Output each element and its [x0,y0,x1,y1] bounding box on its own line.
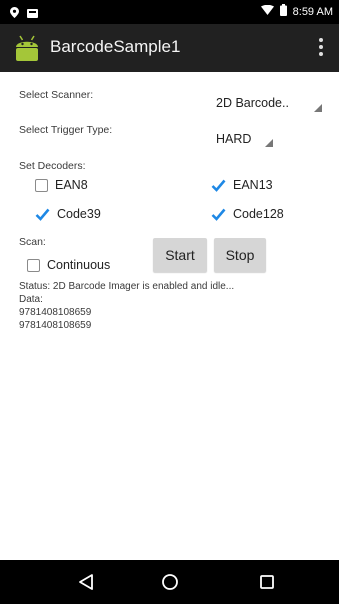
scanner-spinner-value: 2D Barcode.. [216,96,289,110]
notification-icon [27,5,38,23]
data-line: 9781408108659 [19,307,92,318]
back-icon[interactable] [77,572,97,592]
checkmark-icon[interactable] [211,179,226,192]
scan-label: Scan: [19,236,46,248]
decoder-checkbox-ean13[interactable]: EAN13 [211,178,273,192]
decoder-label: EAN13 [233,178,273,192]
checkmark-icon[interactable] [211,208,226,221]
checkbox-unchecked-icon[interactable] [27,258,40,272]
data-label: Data: [19,294,43,305]
wifi-icon [260,4,274,18]
decoder-checkbox-ean8[interactable]: EAN8 [35,178,88,192]
select-trigger-label: Select Trigger Type: [19,124,113,136]
decoder-label: Code39 [57,207,101,221]
select-scanner-label: Select Scanner: [19,89,94,101]
app-title: BarcodeSample1 [50,37,181,56]
status-text: Status: 2D Barcode Imager is enabled and… [19,281,235,292]
app-bar: BarcodeSample1 [0,24,339,72]
decoder-label: EAN8 [55,178,88,192]
battery-icon [279,4,287,19]
location-icon [10,5,19,23]
stop-button[interactable]: Stop [214,238,266,272]
data-line: 9781408108659 [19,320,92,331]
decoder-checkbox-code39[interactable]: Code39 [35,207,101,221]
dropdown-arrow-icon [265,139,273,147]
start-button[interactable]: Start [153,238,207,272]
decoder-label: Code128 [233,207,284,221]
dropdown-arrow-icon [314,104,322,112]
android-icon [14,34,40,62]
scanner-spinner[interactable]: 2D Barcode.. [216,96,328,112]
set-decoders-label: Set Decoders: [19,160,86,172]
overflow-menu-icon[interactable] [317,38,325,60]
continuous-label: Continuous [47,258,111,272]
trigger-spinner-value: HARD [216,132,252,146]
checkbox-unchecked-icon[interactable] [35,178,48,192]
continuous-checkbox[interactable]: Continuous [27,258,110,272]
status-time: 8:59 AM [292,5,333,18]
decoder-checkbox-code128[interactable]: Code128 [211,207,284,221]
home-icon[interactable] [160,572,180,592]
recents-icon[interactable] [257,572,277,592]
status-bar: 8:59 AM [0,0,339,24]
main-content: Select Scanner: 2D Barcode.. Select Trig… [0,72,339,560]
navigation-bar [0,560,339,604]
trigger-spinner[interactable]: HARD [216,132,276,147]
checkmark-icon[interactable] [35,208,50,221]
